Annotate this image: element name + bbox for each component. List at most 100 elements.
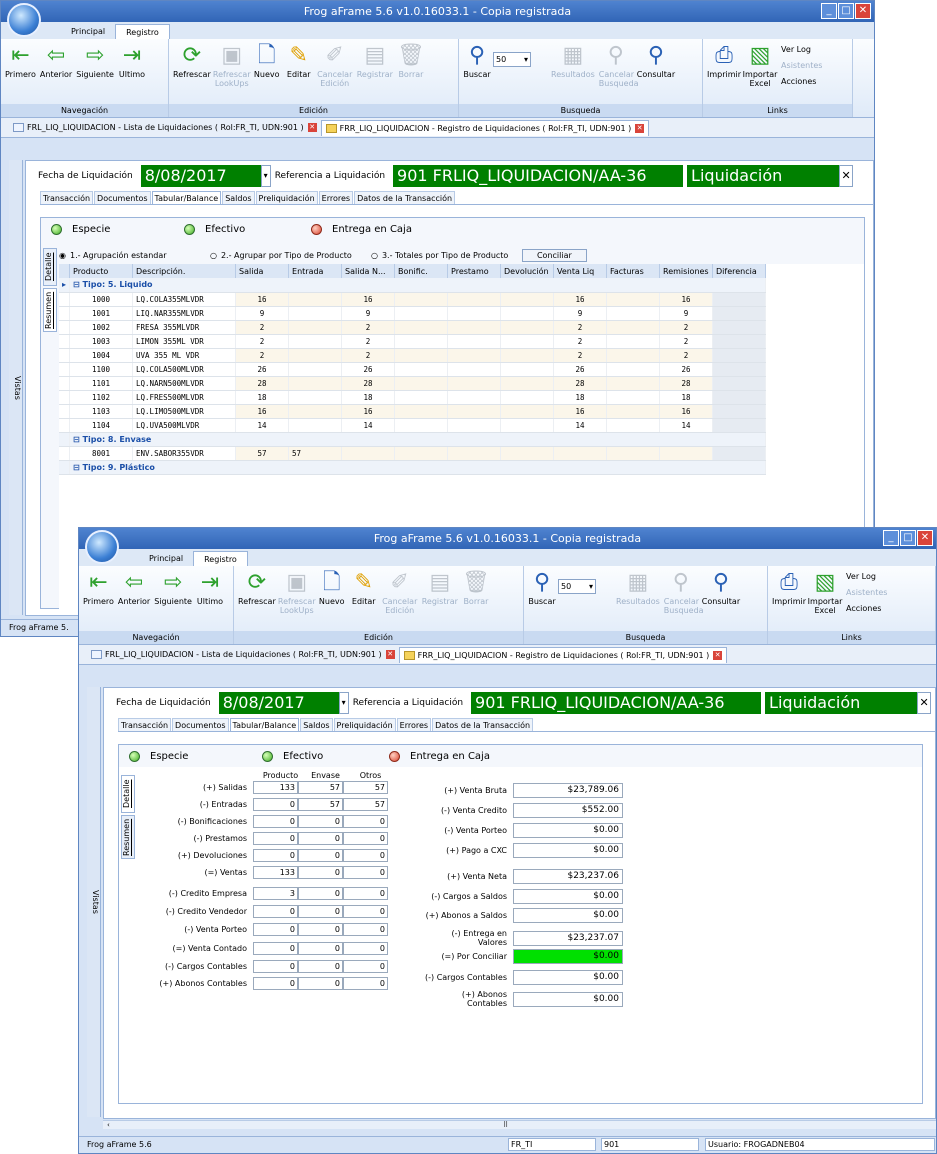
balance-amount-field[interactable]: $0.00 [513,991,623,1007]
balance-value-cell[interactable]: 0 [343,887,388,900]
tab-preliquidacion[interactable]: Preliquidación [255,191,318,204]
balance-value-cell[interactable]: 0 [298,832,343,845]
table-row[interactable]: 1004 UVA 355 ML VDR 2 2 2 2 [59,348,767,363]
tab-principal[interactable]: Principal [61,24,115,39]
column-header[interactable]: Prestamo [447,264,502,278]
column-header[interactable]: Entrada [288,264,343,278]
radio-agrupar-tipo[interactable]: ○ [210,251,217,260]
balance-value-cell[interactable]: 0 [343,905,388,918]
tab-documentos[interactable]: Documentos [94,191,151,204]
balance-amount-field[interactable]: $23,789.06 [513,783,623,798]
table-row[interactable]: 1002 FRESA 355MLVDR 2 2 2 2 [59,320,767,335]
column-header[interactable]: Remisiones [659,264,714,278]
balance-value-cell[interactable]: 0 [343,977,388,990]
udn-select[interactable]: 901 [601,1138,699,1151]
chevron-down-icon[interactable]: ▾ [338,692,349,714]
balance-value-cell[interactable]: 0 [253,923,298,936]
usuario-select[interactable]: Usuario: FROGADNEB04 [705,1138,935,1151]
column-header[interactable]: Facturas [606,264,661,278]
acciones-menu[interactable]: Acciones [846,601,887,617]
resumen-vertical-tab[interactable]: Resumen [121,815,135,859]
balance-value-cell[interactable]: 0 [298,942,343,955]
radio-agrupacion-estandar[interactable]: ◉ [59,251,66,260]
minimize-button[interactable]: _ [821,3,837,19]
table-row[interactable]: 8001 ENV.SABOR355VDR 57 57 [59,446,767,461]
close-tab-icon[interactable]: ✕ [713,650,723,660]
tab-tabular-balance[interactable]: Tabular/Balance [151,191,222,204]
balance-amount-field[interactable]: $0.00 [513,843,623,858]
clear-status-button[interactable]: ✕ [917,692,932,714]
table-row[interactable]: 1100 LQ.COLA500MLVDR 26 26 26 26 [59,362,767,377]
fecha-field[interactable]: 8/08/2017 [218,692,339,714]
tab-tabular-balance[interactable]: Tabular/Balance [229,718,300,731]
conciliar-button[interactable]: Conciliar [521,248,587,262]
balance-value-cell[interactable]: 3 [253,887,298,900]
table-row[interactable]: 1001 LIQ.NAR355MLVDR 9 9 9 9 [59,306,767,321]
balance-amount-field[interactable]: $0.00 [513,970,623,985]
balance-value-cell[interactable]: 57 [343,781,388,794]
balance-value-cell[interactable]: 0 [343,942,388,955]
maximize-button[interactable]: □ [838,3,854,19]
doc-tab-registro[interactable]: FRR_LIQ_LIQUIDACION - Registro de Liquid… [320,119,650,136]
column-header[interactable]: Venta Liq [553,264,608,278]
table-row[interactable]: 1104 LQ.UVA500MLVDR 14 14 14 14 [59,418,767,433]
balance-amount-field[interactable]: $23,237.07 [513,930,623,946]
table-row[interactable]: 1101 LQ.NARN500MLVDR 28 28 28 28 [59,376,767,391]
balance-value-cell[interactable]: 0 [343,849,388,862]
vistas-sidebar[interactable]: Vistas [9,160,23,615]
chevron-down-icon[interactable]: ▾ [260,165,271,187]
column-header[interactable]: Bonific. [394,264,449,278]
app-orb-button[interactable] [85,530,119,564]
scroll-left-icon[interactable]: ‹ [103,1121,110,1129]
acciones-menu[interactable]: Acciones [781,74,822,90]
balance-value-cell[interactable]: 57 [343,798,388,811]
ver-log-button[interactable]: Ver Log [781,42,822,58]
result-count-select[interactable]: 50 [558,579,596,594]
balance-value-cell[interactable]: 0 [253,832,298,845]
column-header[interactable]: Devolución [500,264,555,278]
minimize-button[interactable]: _ [883,530,899,546]
tab-saldos[interactable]: Saldos [300,718,333,731]
column-header[interactable]: Diferencia [712,264,767,278]
clear-status-button[interactable]: ✕ [839,165,854,187]
resumen-vertical-tab[interactable]: Resumen [43,288,57,332]
balance-value-cell[interactable]: 0 [298,887,343,900]
column-header[interactable]: Salida N... [341,264,396,278]
balance-value-cell[interactable]: 0 [298,815,343,828]
close-tab-icon[interactable]: ✕ [635,123,645,133]
tab-datos-transaccion[interactable]: Datos de la Transacción [354,191,456,204]
balance-value-cell[interactable]: 0 [298,866,343,879]
doc-tab-registro[interactable]: FRR_LIQ_LIQUIDACION - Registro de Liquid… [398,646,728,663]
group-row[interactable]: ▸ ⊟ Tipo: 5. Liquido [59,278,767,293]
balance-amount-field[interactable]: $0.00 [513,823,623,838]
balance-value-cell[interactable]: 0 [253,960,298,973]
collapse-icon[interactable]: ⊟ [73,463,83,472]
tab-errores[interactable]: Errores [318,191,354,204]
balance-value-cell[interactable]: 0 [253,815,298,828]
balance-value-cell[interactable]: 0 [343,923,388,936]
balance-amount-field[interactable]: $0.00 [513,908,623,923]
balance-value-cell[interactable]: 0 [298,977,343,990]
balance-value-cell[interactable]: 0 [253,942,298,955]
detalle-vertical-tab[interactable]: Detalle [43,248,57,286]
table-row[interactable]: 1000 LQ.COLA355MLVDR 16 16 16 16 [59,292,767,307]
balance-value-cell[interactable]: 0 [343,832,388,845]
tab-preliquidacion[interactable]: Preliquidación [333,718,396,731]
table-row[interactable]: 1102 LQ.FRES500MLVDR 18 18 18 18 [59,390,767,405]
column-header[interactable]: Descripción. [132,264,237,278]
balance-amount-field[interactable]: $23,237.06 [513,869,623,884]
table-row[interactable]: 1003 LIMON 355ML VDR 2 2 2 2 [59,334,767,349]
group-row[interactable]: ⊟ Tipo: 8. Envase [59,432,767,447]
vistas-sidebar[interactable]: Vistas [87,687,101,1117]
tab-registro[interactable]: Registro [115,24,170,39]
fecha-field[interactable]: 8/08/2017 [140,165,261,187]
balance-value-cell[interactable]: 57 [298,781,343,794]
collapse-icon[interactable]: ⊟ [73,280,83,289]
column-header[interactable]: Salida [235,264,290,278]
balance-value-cell[interactable]: 133 [253,866,298,879]
balance-amount-field[interactable]: $552.00 [513,803,623,818]
ver-log-button[interactable]: Ver Log [846,569,887,585]
detalle-vertical-tab[interactable]: Detalle [121,775,135,813]
title-bar[interactable]: Frog aFrame 5.6 v1.0.16033.1 - Copia reg… [79,528,936,549]
balance-value-cell[interactable]: 0 [298,960,343,973]
